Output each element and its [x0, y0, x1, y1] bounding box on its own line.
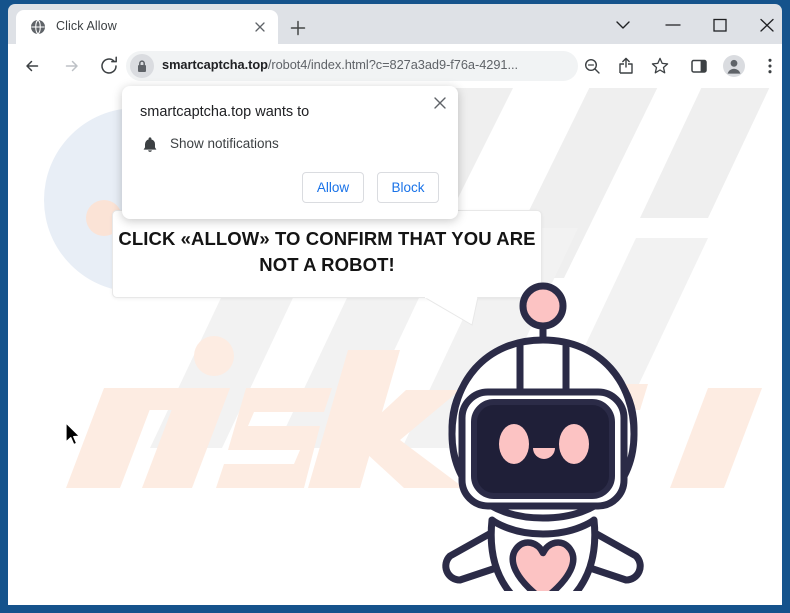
lock-icon[interactable]: [130, 54, 154, 78]
robot-mascot: [442, 282, 644, 591]
bookmark-star-icon[interactable]: [648, 54, 672, 78]
reload-icon[interactable]: [96, 53, 122, 79]
notification-permission-dialog: smartcaptcha.top wants to Show notificat…: [122, 86, 458, 219]
tab-search-chevron-down-icon[interactable]: [606, 10, 640, 40]
back-arrow-icon[interactable]: [20, 53, 46, 79]
forward-arrow-icon: [58, 53, 84, 79]
dialog-close-icon[interactable]: [429, 92, 451, 114]
new-tab-button[interactable]: [286, 16, 310, 40]
maximize-icon[interactable]: [703, 10, 737, 40]
browser-toolbar: smartcaptcha.top/robot4/index.html?c=827…: [8, 44, 782, 88]
tab-strip: Click Allow: [8, 4, 782, 44]
address-bar-url: smartcaptcha.top/robot4/index.html?c=827…: [162, 57, 518, 72]
address-bar-path: /robot4/index.html?c=827a3ad9-f76a-4291.…: [267, 57, 518, 72]
browser-tab[interactable]: Click Allow: [16, 10, 278, 44]
share-icon[interactable]: [614, 54, 638, 78]
tab-close-icon[interactable]: [252, 19, 268, 35]
address-bar-host: smartcaptcha.top: [162, 57, 268, 72]
block-button[interactable]: Block: [377, 172, 439, 203]
browser-window: Click Allow smartcaptcha.top/robot4/inde…: [0, 0, 790, 613]
window-close-icon[interactable]: [750, 10, 784, 40]
dialog-permission-label: Show notifications: [170, 136, 279, 151]
mouse-pointer: [65, 422, 81, 446]
profile-avatar-icon[interactable]: [722, 54, 746, 78]
minimize-icon[interactable]: [656, 10, 690, 40]
three-dot-menu-icon[interactable]: [758, 54, 782, 78]
side-panel-icon[interactable]: [687, 54, 711, 78]
allow-button[interactable]: Allow: [302, 172, 364, 203]
zoom-icon[interactable]: [580, 54, 604, 78]
dialog-title: smartcaptcha.top wants to: [140, 104, 310, 120]
tab-title: Click Allow: [56, 19, 117, 33]
globe-icon: [30, 19, 46, 35]
bell-icon: [140, 135, 160, 155]
address-bar[interactable]: smartcaptcha.top/robot4/index.html?c=827…: [126, 51, 578, 81]
